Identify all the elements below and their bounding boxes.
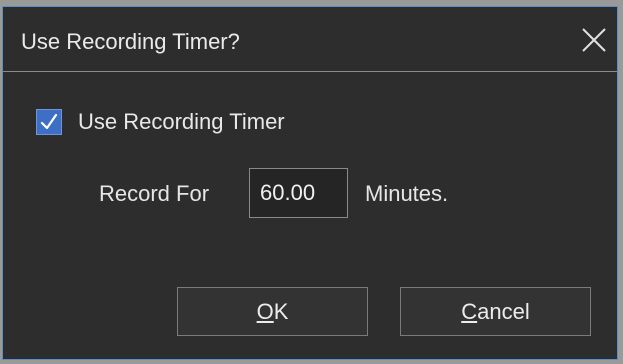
dialog-title: Use Recording Timer? — [21, 29, 240, 54]
cancel-mnemonic: C — [461, 298, 478, 324]
record-minutes-input[interactable] — [249, 168, 348, 218]
dialog-titlebar: Use Recording Timer? — [3, 7, 617, 72]
record-for-label: Record For — [99, 181, 210, 206]
close-icon — [582, 28, 606, 52]
use-recording-timer-label: Use Recording Timer — [78, 109, 285, 134]
use-recording-timer-dialog: Use Recording Timer? Use Recording Timer… — [2, 6, 618, 360]
ok-mnemonic: O — [256, 298, 274, 324]
ok-label-rest: K — [273, 298, 289, 324]
cancel-button[interactable]: Cancel — [400, 287, 591, 336]
use-recording-timer-option[interactable]: Use Recording Timer — [36, 105, 285, 139]
minutes-unit-label: Minutes. — [365, 181, 449, 206]
use-recording-timer-checkbox[interactable] — [36, 109, 62, 135]
ok-button[interactable]: OK — [177, 287, 368, 336]
close-button[interactable] — [577, 23, 611, 57]
checkmark-icon — [40, 113, 58, 130]
cancel-label-rest: ancel — [477, 298, 530, 324]
